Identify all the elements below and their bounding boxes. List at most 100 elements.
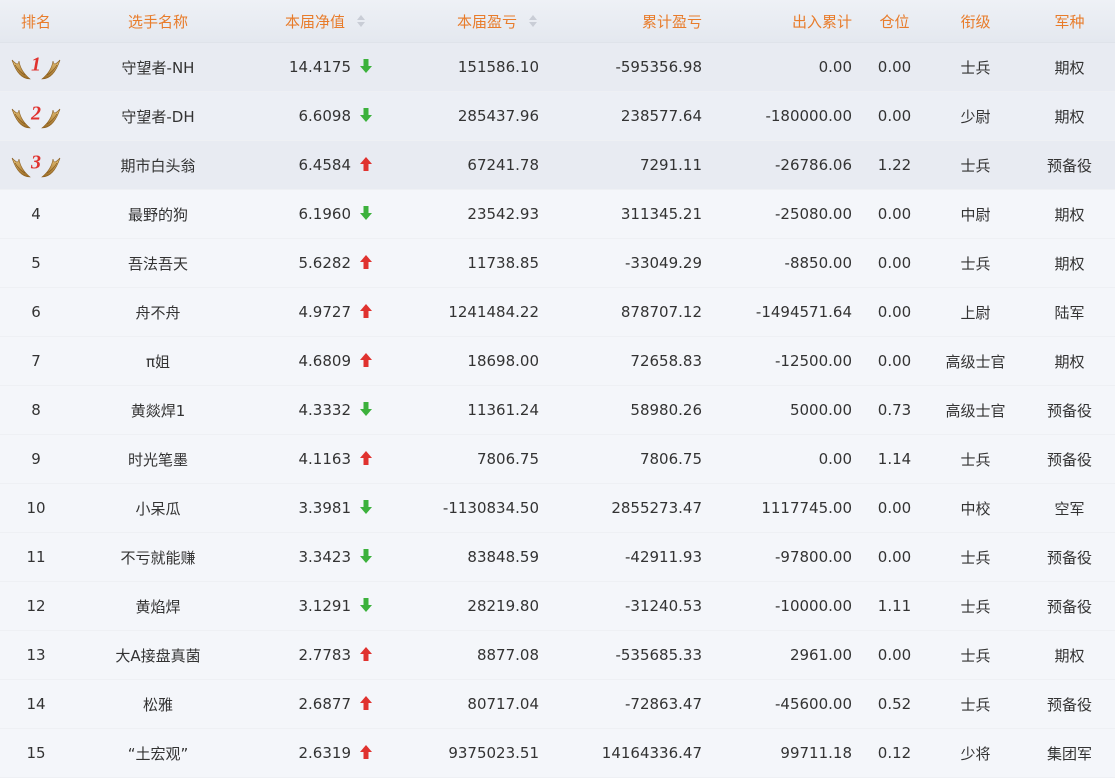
cell-arm: 预备役 xyxy=(1046,695,1092,714)
cell-title: 少将 xyxy=(960,744,991,763)
col-header-name[interactable]: 选手名称 xyxy=(72,11,244,32)
sort-icon[interactable] xyxy=(355,15,367,27)
table-row[interactable]: 8 黄燚焊1 4.3332 11361.24 58980.26 5000.00 0.73 高级… xyxy=(0,386,1115,435)
cell-rank: 12 xyxy=(0,597,72,615)
table-row[interactable]: 6 舟不舟 4.9727 1241484.22 878707.12 -1494571.64… xyxy=(0,288,1115,337)
cell-player-name[interactable]: 松雅 xyxy=(72,694,244,715)
table-row[interactable]: 3 期市白头翁 6.4584 67241.78 7291.11 -26786.06 1.22… xyxy=(0,141,1115,190)
col-header-position[interactable]: 仓位 xyxy=(852,11,927,32)
cell-nav: 6.6098 xyxy=(244,107,389,125)
nav-value: 3.1291 xyxy=(298,597,352,615)
cell-nav: 6.1960 xyxy=(244,205,389,223)
cell-cum-pnl: -595356.98 xyxy=(615,58,702,76)
cell-player-name[interactable]: 时光笔墨 xyxy=(72,449,244,470)
cell-position: 0.00 xyxy=(877,58,912,76)
cell-position: 0.00 xyxy=(877,499,912,517)
table-row[interactable]: 12 黄焰焊 3.1291 28219.80 -31240.53 -10000.00 1.1… xyxy=(0,582,1115,631)
trend-down-arrow-icon xyxy=(359,58,375,76)
trend-up-arrow-icon xyxy=(359,450,375,468)
cell-nav: 14.4175 xyxy=(244,58,389,76)
cell-position: 0.00 xyxy=(877,205,912,223)
cell-player-name[interactable]: 期市白头翁 xyxy=(72,155,244,176)
cell-pnl: 7806.75 xyxy=(476,450,539,468)
rank-number: 6 xyxy=(31,303,41,321)
nav-value: 2.6877 xyxy=(298,695,352,713)
cell-arm: 空军 xyxy=(1054,499,1085,518)
nav-value: 2.7783 xyxy=(298,646,352,664)
cell-arm: 预备役 xyxy=(1046,401,1092,420)
cell-arm: 预备役 xyxy=(1046,597,1092,616)
col-header-rank[interactable]: 排名 xyxy=(0,11,72,32)
cell-flow: -12500.00 xyxy=(775,352,852,370)
trend-down-arrow-icon xyxy=(359,401,375,419)
cell-flow: -25080.00 xyxy=(775,205,852,223)
col-header-title[interactable]: 衔级 xyxy=(927,11,1024,32)
rank-number: 15 xyxy=(26,744,46,762)
cell-player-name[interactable]: 最野的狗 xyxy=(72,204,244,225)
cell-position: 0.00 xyxy=(877,303,912,321)
trend-down-arrow-icon xyxy=(359,597,375,615)
cell-player-name[interactable]: 守望者-DH xyxy=(72,106,244,127)
cell-rank: 14 xyxy=(0,695,72,713)
cell-player-name[interactable]: π姐 xyxy=(72,351,244,372)
cell-pnl: 83848.59 xyxy=(467,548,539,566)
table-row[interactable]: 7 π姐 4.6809 18698.00 72658.83 -12500.00 0.00 高级… xyxy=(0,337,1115,386)
cell-flow: -1494571.64 xyxy=(755,303,852,321)
col-header-cum-pnl[interactable]: 累计盈亏 xyxy=(539,11,702,32)
cell-rank: 11 xyxy=(0,548,72,566)
cell-player-name[interactable]: “土宏观” xyxy=(72,743,244,764)
cell-flow: 1117745.00 xyxy=(761,499,852,517)
table-row[interactable]: 1 守望者-NH 14.4175 151586.10 -595356.98 0.00 0.0… xyxy=(0,43,1115,92)
table-row[interactable]: 13 大A接盘真菌 2.7783 8877.08 -535685.33 2961.00 0.… xyxy=(0,631,1115,680)
cell-nav: 2.6877 xyxy=(244,695,389,713)
col-header-flow[interactable]: 出入累计 xyxy=(702,11,852,32)
table-row[interactable]: 4 最野的狗 6.1960 23542.93 311345.21 -25080.00 0.0… xyxy=(0,190,1115,239)
cell-player-name[interactable]: 小呆瓜 xyxy=(72,498,244,519)
cell-rank: 4 xyxy=(0,205,72,223)
nav-value: 4.6809 xyxy=(298,352,352,370)
nav-value: 6.1960 xyxy=(298,205,352,223)
table-row[interactable]: 15 “土宏观” 2.6319 9375023.51 14164336.47 99711.… xyxy=(0,729,1115,778)
cell-cum-pnl: 7806.75 xyxy=(639,450,702,468)
cell-arm: 期权 xyxy=(1054,107,1085,126)
cell-position: 1.14 xyxy=(877,450,912,468)
cell-player-name[interactable]: 大A接盘真菌 xyxy=(72,645,244,666)
sort-icon[interactable] xyxy=(527,15,539,27)
trend-down-arrow-icon xyxy=(359,205,375,223)
cell-position: 0.00 xyxy=(877,646,912,664)
nav-value: 5.6282 xyxy=(298,254,352,272)
cell-title: 中校 xyxy=(960,499,991,518)
cell-cum-pnl: -535685.33 xyxy=(615,646,702,664)
trend-down-arrow-icon xyxy=(359,499,375,517)
cell-player-name[interactable]: 舟不舟 xyxy=(72,302,244,323)
trend-up-arrow-icon xyxy=(359,254,375,272)
col-header-nav[interactable]: 本届净值 xyxy=(244,11,389,32)
nav-value: 4.9727 xyxy=(298,303,352,321)
cell-player-name[interactable]: 黄焰焊 xyxy=(72,596,244,617)
cell-rank: 6 xyxy=(0,303,72,321)
cell-title: 士兵 xyxy=(960,597,991,616)
rank-number: 2 xyxy=(31,102,41,125)
cell-player-name[interactable]: 黄燚焊1 xyxy=(72,400,244,421)
col-header-arm[interactable]: 军种 xyxy=(1024,11,1115,32)
table-row[interactable]: 10 小呆瓜 3.3981 -1130834.50 2855273.47 1117745.… xyxy=(0,484,1115,533)
table-row[interactable]: 14 松雅 2.6877 80717.04 -72863.47 -45600.00 0.52… xyxy=(0,680,1115,729)
table-row[interactable]: 5 吾法吾天 5.6282 11738.85 -33049.29 -8850.00 0.00… xyxy=(0,239,1115,288)
cell-position: 0.00 xyxy=(877,352,912,370)
cell-pnl: 28219.80 xyxy=(467,597,539,615)
cell-cum-pnl: 2855273.47 xyxy=(611,499,702,517)
table-row[interactable]: 2 守望者-DH 6.6098 285437.96 238577.64 -180000.0… xyxy=(0,92,1115,141)
col-header-pnl[interactable]: 本届盈亏 xyxy=(389,11,539,32)
trend-up-arrow-icon xyxy=(359,744,375,762)
cell-player-name[interactable]: 守望者-NH xyxy=(72,57,244,78)
rank-number: 11 xyxy=(26,548,46,566)
table-row[interactable]: 9 时光笔墨 4.1163 7806.75 7806.75 0.00 1.14 士兵 预备役 xyxy=(0,435,1115,484)
cell-flow: -8850.00 xyxy=(784,254,852,272)
table-row[interactable]: 11 不亏就能赚 3.3423 83848.59 -42911.93 -97800.00 0… xyxy=(0,533,1115,582)
cell-player-name[interactable]: 不亏就能赚 xyxy=(72,547,244,568)
rank-number: 1 xyxy=(31,53,41,76)
cell-cum-pnl: -33049.29 xyxy=(625,254,702,272)
cell-player-name[interactable]: 吾法吾天 xyxy=(72,253,244,274)
nav-value: 3.3981 xyxy=(298,499,352,517)
cell-cum-pnl: 311345.21 xyxy=(620,205,702,223)
